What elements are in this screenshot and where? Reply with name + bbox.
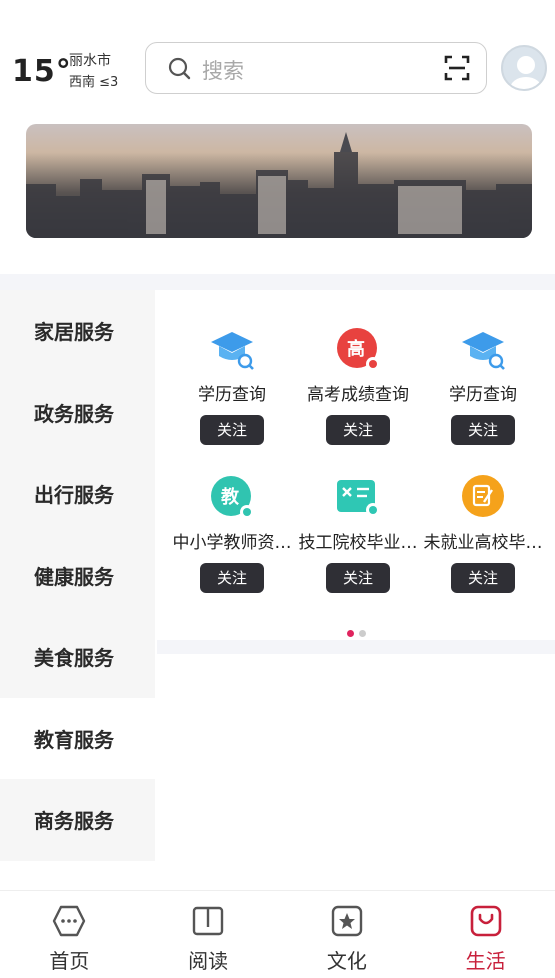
tab-label: 阅读 bbox=[188, 949, 229, 973]
follow-button[interactable]: 关注 bbox=[451, 415, 515, 445]
follow-button[interactable]: 关注 bbox=[451, 563, 515, 593]
service-label: 学历查询 bbox=[449, 385, 517, 405]
tab-read[interactable]: 阅读 bbox=[139, 891, 278, 978]
tab-label: 首页 bbox=[49, 949, 90, 973]
service-label: 学历查询 bbox=[198, 385, 266, 405]
service-item[interactable]: 高 高考成绩查询 关注 bbox=[293, 326, 423, 445]
follow-button[interactable]: 关注 bbox=[200, 415, 264, 445]
service-label: 高考成绩查询 bbox=[307, 385, 409, 405]
service-label: 技工院校毕业… bbox=[298, 533, 418, 553]
tab-life[interactable]: 生活 bbox=[416, 891, 555, 978]
search-input[interactable]: 搜索 bbox=[145, 42, 487, 94]
bottom-tab-bar: 首页 阅读 文化 生活 bbox=[0, 890, 555, 978]
page-dot-active bbox=[347, 630, 354, 637]
city-banner-image[interactable] bbox=[26, 124, 532, 238]
scan-icon[interactable] bbox=[444, 55, 470, 85]
service-item[interactable]: 学历查询 关注 bbox=[167, 326, 297, 445]
category-item-business[interactable]: 商务服务 bbox=[0, 779, 155, 861]
grid-divider bbox=[157, 640, 555, 654]
weather-temperature: 15° bbox=[12, 54, 72, 89]
teacher-cert-icon: 教 bbox=[209, 474, 255, 520]
search-placeholder: 搜索 bbox=[202, 59, 244, 83]
follow-button[interactable]: 关注 bbox=[200, 563, 264, 593]
weather-city: 丽水市 bbox=[69, 53, 111, 69]
tab-label: 文化 bbox=[326, 949, 367, 973]
top-bar: 15° 丽水市 西南 ≤3 搜索 bbox=[0, 0, 555, 110]
graduation-cap-search-icon bbox=[209, 326, 255, 372]
category-item-government[interactable]: 政务服务 bbox=[0, 371, 155, 453]
book-icon bbox=[191, 906, 225, 941]
home-hex-icon bbox=[52, 905, 86, 941]
service-item[interactable]: 学历查询 关注 bbox=[418, 326, 548, 445]
category-item-education[interactable]: 教育服务 bbox=[0, 697, 155, 779]
service-item[interactable]: 技工院校毕业… 关注 bbox=[293, 474, 423, 593]
service-grid: 学历查询 关注 高 高考成绩查询 关注 学历查询 关注 教 中小学教师资… 关注… bbox=[157, 290, 555, 640]
gaokao-score-icon: 高 bbox=[335, 326, 381, 372]
service-label: 未就业高校毕… bbox=[423, 533, 543, 553]
page-indicator bbox=[347, 622, 371, 641]
graduation-cap-search-icon bbox=[460, 326, 506, 372]
weather-wind: 西南 ≤3 bbox=[69, 75, 119, 90]
bag-icon bbox=[469, 905, 503, 941]
category-item-food[interactable]: 美食服务 bbox=[0, 616, 155, 698]
graduate-register-icon bbox=[460, 474, 506, 520]
category-item-health[interactable]: 健康服务 bbox=[0, 534, 155, 616]
tab-culture[interactable]: 文化 bbox=[278, 891, 417, 978]
tab-home[interactable]: 首页 bbox=[0, 891, 139, 978]
follow-button[interactable]: 关注 bbox=[326, 415, 390, 445]
technical-school-icon bbox=[335, 474, 381, 520]
category-item-home[interactable]: 家居服务 bbox=[0, 290, 155, 372]
tab-label: 生活 bbox=[465, 949, 506, 973]
section-divider bbox=[0, 274, 555, 290]
star-box-icon bbox=[330, 905, 364, 941]
category-sidebar: 家居服务 政务服务 出行服务 健康服务 美食服务 教育服务 商务服务 bbox=[0, 290, 155, 861]
service-label: 中小学教师资… bbox=[172, 533, 292, 553]
category-item-travel[interactable]: 出行服务 bbox=[0, 453, 155, 535]
follow-button[interactable]: 关注 bbox=[326, 563, 390, 593]
search-icon bbox=[168, 57, 192, 85]
teacher-glyph: 教 bbox=[221, 486, 240, 508]
gaokao-glyph: 高 bbox=[347, 338, 365, 360]
service-item[interactable]: 教 中小学教师资… 关注 bbox=[167, 474, 297, 593]
avatar[interactable] bbox=[501, 45, 547, 91]
page-dot bbox=[359, 630, 366, 637]
service-item[interactable]: 未就业高校毕… 关注 bbox=[418, 474, 548, 593]
